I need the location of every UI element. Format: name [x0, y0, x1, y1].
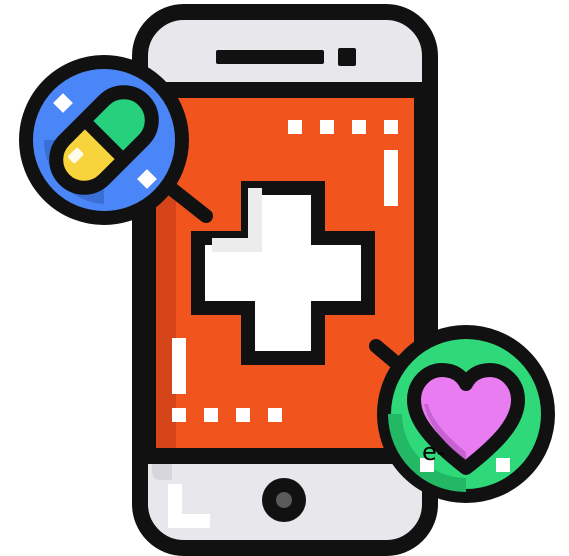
camera-icon: [338, 48, 356, 66]
mobile-health-illustration: [19, 4, 555, 556]
illustration-stage: e-: [0, 0, 569, 556]
sparkle-icon: [496, 458, 510, 472]
speaker-icon: [216, 50, 324, 64]
heart-badge: [369, 325, 555, 503]
cropped-text-fragment: e-: [422, 438, 446, 466]
